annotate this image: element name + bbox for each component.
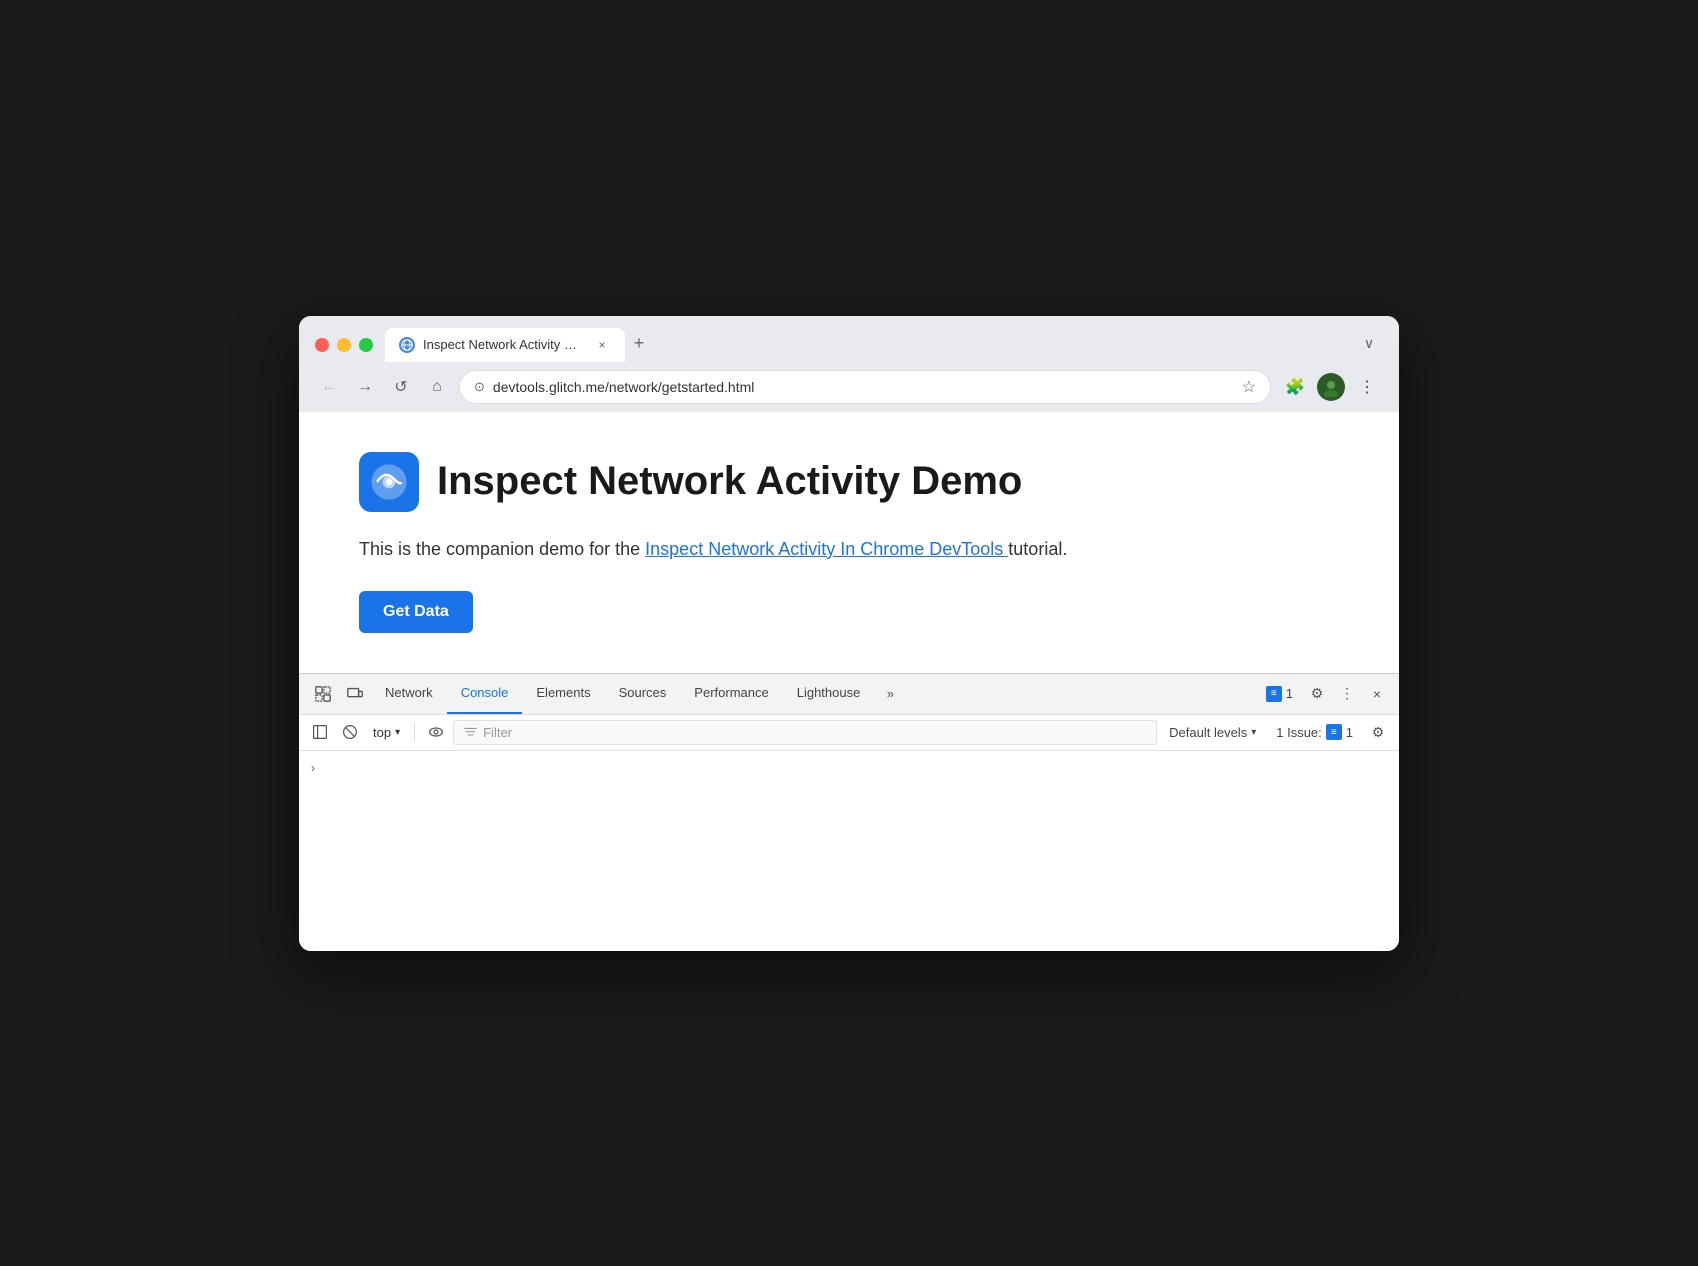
console-clear-button[interactable] (337, 719, 363, 745)
console-prompt[interactable]: › (307, 759, 1391, 777)
issues-number: 1 (1346, 725, 1353, 740)
responsive-tool-button[interactable] (339, 674, 371, 714)
address-bar[interactable]: ⊙ devtools.glitch.me/network/getstarted.… (459, 370, 1271, 404)
page-description: This is the companion demo for the Inspe… (359, 536, 1339, 563)
issue-count: 1 (1286, 686, 1293, 701)
reload-button[interactable]: ↺ (387, 373, 415, 401)
minimize-button[interactable] (337, 338, 351, 352)
tab-performance[interactable]: Performance (680, 674, 782, 714)
tab-bar: Inspect Network Activity Dem × + ∨ (385, 328, 1383, 362)
forward-button[interactable]: → (351, 373, 379, 401)
page-heading: Inspect Network Activity Demo (359, 452, 1339, 512)
issues-count-icon: ≡ (1326, 724, 1342, 740)
console-context-label: top (373, 725, 391, 740)
console-settings-button[interactable]: ⚙ (1365, 719, 1391, 745)
devtools-link[interactable]: Inspect Network Activity In Chrome DevTo… (645, 539, 1008, 559)
tab-lighthouse[interactable]: Lighthouse (783, 674, 875, 714)
back-button[interactable]: ← (315, 373, 343, 401)
devtools-settings-button[interactable]: ⚙ (1303, 680, 1331, 708)
description-suffix: tutorial. (1008, 539, 1067, 559)
maximize-button[interactable] (359, 338, 373, 352)
page-title: Inspect Network Activity Demo (437, 459, 1022, 504)
url-display: devtools.glitch.me/network/getstarted.ht… (493, 379, 1234, 395)
glitch-logo (359, 452, 419, 512)
extension-button[interactable]: 🧩 (1279, 371, 1311, 403)
console-sidebar-button[interactable] (307, 719, 333, 745)
devtools-actions: ≡ 1 ⚙ ⋮ × (1258, 680, 1391, 708)
avatar-button[interactable] (1315, 371, 1347, 403)
inspector-tool-button[interactable] (307, 674, 339, 714)
avatar (1317, 373, 1345, 401)
address-security-icon: ⊙ (474, 379, 485, 395)
more-tabs-button[interactable]: » (874, 674, 906, 714)
devtools-close-button[interactable]: × (1363, 680, 1391, 708)
console-toolbar: top ▾ Filter Default levels ▾ (299, 715, 1399, 751)
tab-sources[interactable]: Sources (605, 674, 681, 714)
devtools-panel: Network Console Elements Sources Perform… (299, 673, 1399, 951)
get-data-button[interactable]: Get Data (359, 591, 473, 633)
console-context-selector[interactable]: top ▾ (367, 721, 406, 744)
devtools-tab-bar: Network Console Elements Sources Perform… (299, 674, 1399, 715)
tab-chevron[interactable]: ∨ (1355, 330, 1383, 358)
tab-title: Inspect Network Activity Dem (423, 337, 585, 352)
levels-chevron-icon: ▾ (1251, 727, 1256, 738)
default-levels-button[interactable]: Default levels ▾ (1161, 721, 1264, 744)
default-levels-label: Default levels (1169, 725, 1247, 740)
active-tab[interactable]: Inspect Network Activity Dem × (385, 328, 625, 362)
tab-favicon (399, 337, 415, 353)
issues-text: 1 Issue: (1276, 725, 1322, 740)
browser-window: Inspect Network Activity Dem × + ∨ ← → ↺… (299, 316, 1399, 951)
close-button[interactable] (315, 338, 329, 352)
window-controls (315, 338, 373, 352)
nav-bar: ← → ↺ ⌂ ⊙ devtools.glitch.me/network/get… (299, 362, 1399, 412)
page-content: Inspect Network Activity Demo This is th… (299, 412, 1399, 673)
issues-count-button[interactable]: 1 Issue: ≡ 1 (1268, 720, 1361, 744)
tab-console[interactable]: Console (447, 674, 523, 714)
tab-network[interactable]: Network (371, 674, 447, 714)
context-chevron-icon: ▾ (395, 727, 400, 738)
tab-elements[interactable]: Elements (522, 674, 604, 714)
devtools-more-button[interactable]: ⋮ (1333, 680, 1361, 708)
new-tab-button[interactable]: + (625, 330, 653, 358)
filter-icon (464, 726, 477, 739)
home-button[interactable]: ⌂ (423, 373, 451, 401)
issue-icon: ≡ (1266, 686, 1282, 702)
title-bar: Inspect Network Activity Dem × + ∨ (299, 316, 1399, 362)
issues-badge[interactable]: ≡ 1 (1258, 682, 1301, 706)
bookmark-icon[interactable]: ☆ (1242, 377, 1256, 397)
filter-placeholder: Filter (483, 725, 512, 740)
more-menu-button[interactable]: ⋮ (1351, 371, 1383, 403)
console-eye-button[interactable] (423, 719, 449, 745)
tab-close-button[interactable]: × (593, 336, 611, 354)
toolbar-divider (414, 722, 415, 742)
nav-actions: 🧩 ⋮ (1279, 371, 1383, 403)
console-content: › (299, 751, 1399, 951)
console-filter-bar[interactable]: Filter (453, 720, 1157, 745)
description-prefix: This is the companion demo for the (359, 539, 645, 559)
